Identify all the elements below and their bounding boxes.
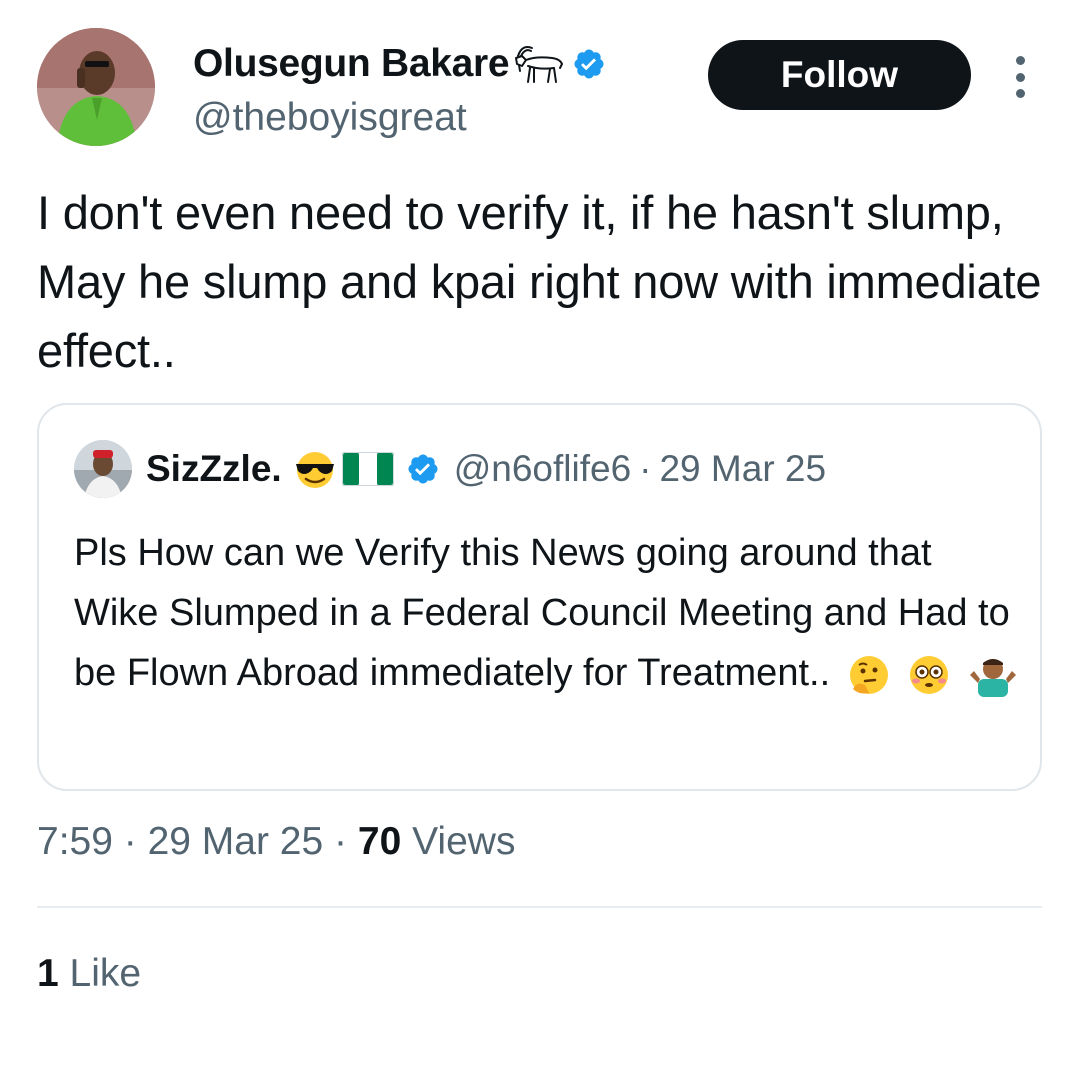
quoted-separator: · xyxy=(639,448,652,489)
likes-link[interactable]: 1 Like xyxy=(37,952,141,996)
quoted-tweet-header: SizZzle. @n6oflife6 · 29 Mar 25 xyxy=(74,439,826,499)
nigeria-flag-icon xyxy=(341,452,394,486)
thinking-face-icon xyxy=(849,655,888,694)
quoted-display-name: SizZzle. xyxy=(146,448,282,489)
man-shrugging-icon xyxy=(969,658,1016,697)
tweet-meta: 7:59 · 29 Mar 25 · 70 Views xyxy=(37,820,515,864)
more-vertical-icon[interactable] xyxy=(1008,56,1032,98)
like-label: Like xyxy=(69,952,142,995)
quoted-tweet-text-block: Pls How can we Verify this News going ar… xyxy=(74,523,1024,703)
verified-badge-icon xyxy=(574,49,604,79)
quoted-date: 29 Mar 25 xyxy=(659,448,827,489)
goat-icon xyxy=(515,46,564,83)
tweet-text: I don't even need to verify it, if he ha… xyxy=(37,186,1042,377)
like-count: 1 xyxy=(37,952,59,995)
follow-button[interactable]: Follow xyxy=(708,40,971,110)
quoted-verified-badge-icon xyxy=(408,454,438,484)
quoted-handle: @n6oflife6 xyxy=(453,448,632,489)
tweet-time: 7:59 xyxy=(37,820,113,863)
sunglasses-face-icon xyxy=(295,452,334,488)
quoted-tweet-card[interactable]: SizZzle. @n6oflife6 · 29 Mar 25 Pls How … xyxy=(37,403,1042,791)
views-count: 70 xyxy=(357,820,402,863)
flushed-face-icon xyxy=(910,655,949,694)
divider xyxy=(37,906,1042,908)
meta-separator: · xyxy=(123,820,137,863)
author-name-row: Olusegun Bakare xyxy=(193,38,606,90)
author-avatar[interactable] xyxy=(37,28,155,146)
author-handle[interactable]: @theboyisgreat xyxy=(193,96,467,140)
views-label: Views xyxy=(412,820,516,863)
tweet-date: 29 Mar 25 xyxy=(147,820,324,863)
author-display-name[interactable]: Olusegun Bakare xyxy=(193,42,510,86)
meta-separator: · xyxy=(334,820,348,863)
quoted-author-avatar xyxy=(74,440,132,498)
